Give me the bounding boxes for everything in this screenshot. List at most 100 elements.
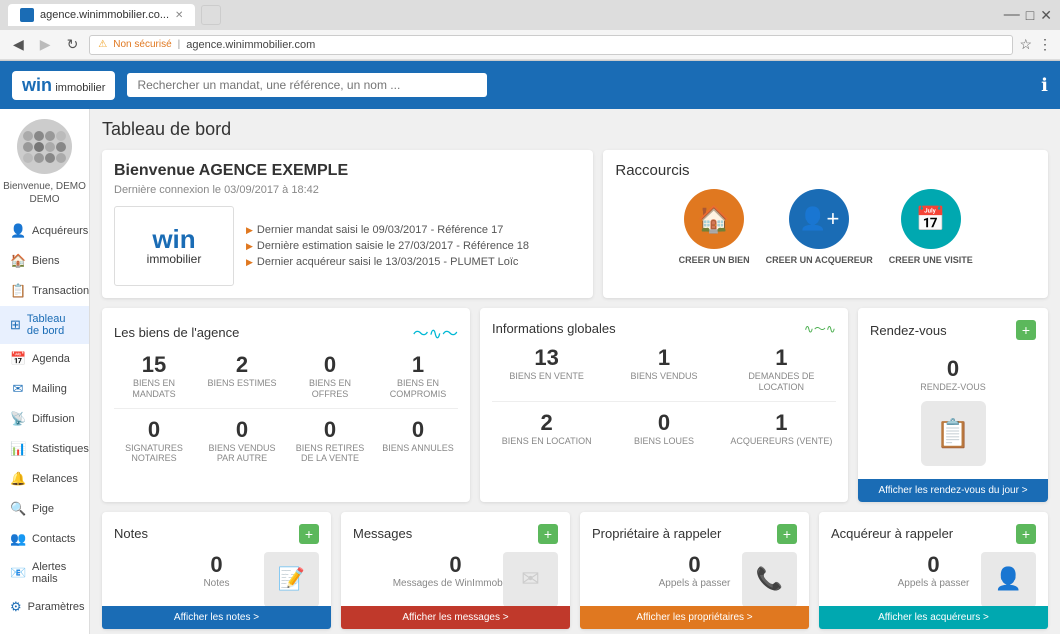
close-icon[interactable]: ✕ [1040, 7, 1052, 24]
tab-close[interactable]: ✕ [175, 10, 183, 21]
restore-icon[interactable]: □ [1026, 7, 1034, 23]
search-input[interactable] [127, 73, 487, 97]
avatar [17, 119, 72, 174]
notes-title: Notes [114, 526, 148, 541]
shortcut-visite-label: CREER UNE VISITE [889, 255, 973, 265]
sidebar-item-pige[interactable]: 🔍 Pige [0, 494, 89, 524]
messages-action-button[interactable]: Afficher les messages > [341, 606, 570, 629]
shortcut-bien-label: CREER UN BIEN [679, 255, 750, 265]
welcome-link-2[interactable]: Dernière estimation saisie le 27/03/2017… [246, 240, 529, 252]
stat-num-annules: 0 [378, 417, 458, 443]
messages-add-button[interactable]: + [538, 524, 558, 544]
rdv-add-button[interactable]: + [1016, 320, 1036, 340]
rdv-card: Rendez-vous + 0 Rendez-vous 📋 Afficher l… [858, 308, 1048, 502]
messages-title: Messages [353, 526, 412, 541]
settings-icon[interactable]: ⋮ [1038, 36, 1052, 53]
sidebar-label-agenda: Agenda [32, 353, 70, 365]
stat-num-biens-vendus: 1 [609, 345, 718, 371]
header-info-icon[interactable]: ℹ [1041, 75, 1048, 96]
agenda-icon: 📅 [10, 351, 26, 367]
shortcut-acquereur-label: CREER UN ACQUEREUR [766, 255, 873, 265]
biens-stats-row1: 15 BIENS EN MANDATS 2 BIENS ESTIMES 0 BI… [114, 352, 458, 400]
reload-button[interactable]: ↻ [62, 34, 84, 55]
proprietaires-add-button[interactable]: + [777, 524, 797, 544]
back-button[interactable]: ◀ [8, 34, 29, 55]
sidebar-label-tableau-de-bord: Tableau de bord [27, 313, 79, 337]
browser-tab[interactable]: agence.winimmobilier.co... ✕ [8, 4, 195, 26]
rdv-stats: 0 Rendez-vous [870, 348, 1036, 401]
notes-add-button[interactable]: + [299, 524, 319, 544]
info-icon[interactable]: ℹ [1041, 75, 1048, 95]
welcome-body: win immobilier Dernier mandat saisi le 0… [114, 206, 581, 286]
sidebar-item-mailing[interactable]: ✉ Mailing [0, 374, 89, 404]
new-tab-button[interactable] [201, 5, 221, 25]
avatar-grid [23, 131, 66, 163]
rdv-action-button[interactable]: Afficher les rendez-vous du jour > [858, 479, 1048, 502]
stat-label-demandes-location: DEMANDES DE LOCATION [727, 371, 836, 393]
acquereurs-action-button[interactable]: Afficher les acquéreurs > [819, 606, 1048, 629]
tab-favicon [20, 8, 34, 22]
sidebar-item-tableau-de-bord[interactable]: ⊞ Tableau de bord [0, 306, 89, 344]
welcome-link-1[interactable]: Dernier mandat saisi le 09/03/2017 - Réf… [246, 224, 529, 236]
sidebar-item-contacts[interactable]: 👥 Contacts [0, 524, 89, 554]
browser-chrome: agence.winimmobilier.co... ✕ — □ ✕ ◀ ▶ ↻… [0, 0, 1060, 61]
sidebar-item-alertes-mails[interactable]: 📧 Alertes mails [0, 554, 89, 592]
acquereurs-rappeler-title: Acquéreur à rappeler [831, 526, 953, 541]
acquereurs-rappeler-card: Acquéreur à rappeler + 0 Appels à passer… [819, 512, 1048, 629]
shortcut-creer-acquereur[interactable]: 👤+ CREER UN ACQUEREUR [766, 189, 873, 265]
avatar-dot [23, 153, 33, 163]
infos-title-row: Informations globales ∿〜∿ [492, 320, 836, 337]
biens-icon: 🏠 [10, 253, 26, 269]
notes-action-button[interactable]: Afficher les notes > [102, 606, 331, 629]
stat-num-biens-estimes: 2 [202, 352, 282, 378]
navbar: ◀ ▶ ↻ ⚠ Non sécurisé | agence.winimmobil… [0, 30, 1060, 60]
shortcut-creer-bien[interactable]: 🏠 CREER UN BIEN [679, 189, 750, 265]
sidebar-item-biens[interactable]: 🏠 Biens [0, 246, 89, 276]
sidebar-item-diffusion[interactable]: 📡 Diffusion [0, 404, 89, 434]
sidebar-label-mailing: Mailing [32, 383, 67, 395]
biens-title-row: Les biens de l'agence 〜∿〜 [114, 320, 458, 344]
app: win immobilier ℹ [0, 61, 1060, 634]
sidebar-item-acquereurs[interactable]: 👤 Acquéreurs [0, 216, 89, 246]
stat-demandes-location: 1 DEMANDES DE LOCATION [727, 345, 836, 393]
header-search[interactable] [127, 73, 487, 97]
stat-label-biens-offres: BIENS EN OFFRES [290, 378, 370, 400]
stat-biens-mandats: 15 BIENS EN MANDATS [114, 352, 194, 400]
stat-label-acquereurs-vente: ACQUEREURS (VENTE) [727, 436, 836, 447]
sidebar-item-relances[interactable]: 🔔 Relances [0, 464, 89, 494]
sidebar-label-alertes-mails: Alertes mails [32, 561, 79, 585]
notes-title-row: Notes + [114, 524, 319, 544]
bottom-row: Notes + 0 Notes 📝 Afficher les notes > [102, 512, 1048, 629]
welcome-title: Bienvenue AGENCE EXEMPLE [114, 162, 581, 180]
last-login: Dernière connexion le 03/09/2017 à 18:42 [114, 184, 581, 196]
avatar-dot [56, 142, 66, 152]
tableau-de-bord-icon: ⊞ [10, 317, 21, 333]
stat-biens-compromis: 1 BIENS EN COMPROMIS [378, 352, 458, 400]
rdv-ghost: 📋 [870, 401, 1036, 466]
proprietaires-content: 0 Appels à passer 📞 [592, 552, 797, 589]
proprietaires-title-row: Propriétaire à rappeler + [592, 524, 797, 544]
messages-title-row: Messages + [353, 524, 558, 544]
minimize-icon[interactable]: — [1004, 6, 1020, 24]
welcome-link-3[interactable]: Dernier acquéreur saisi le 13/03/2015 - … [246, 256, 529, 268]
url-bar[interactable]: ⚠ Non sécurisé | agence.winimmobilier.co… [89, 35, 1013, 55]
forward-button[interactable]: ▶ [35, 34, 56, 55]
bookmark-icon[interactable]: ☆ [1019, 36, 1032, 53]
sidebar-item-statistiques[interactable]: 📊 Statistiques [0, 434, 89, 464]
shortcut-bien-icon: 🏠 [684, 189, 744, 249]
acquereurs-rappeler-add-button[interactable]: + [1016, 524, 1036, 544]
stat-label-biens-estimes: BIENS ESTIMES [202, 378, 282, 389]
sidebar-username: Bienvenue, DEMO DEMO [0, 180, 89, 206]
rdv-title: Rendez-vous [870, 323, 947, 338]
relances-icon: 🔔 [10, 471, 26, 487]
stat-num-biens-offres: 0 [290, 352, 370, 378]
proprietaires-action-button[interactable]: Afficher les propriétaires > [580, 606, 809, 629]
sidebar-item-transactions[interactable]: 📋 Transactions [0, 276, 89, 306]
stat-biens-vente: 13 BIENS EN VENTE [492, 345, 601, 393]
stat-num-signatures: 0 [114, 417, 194, 443]
sidebar-item-agenda[interactable]: 📅 Agenda [0, 344, 89, 374]
stat-label-biens-loues: BIENS LOUES [609, 436, 718, 447]
shortcut-creer-visite[interactable]: 📅 CREER UNE VISITE [889, 189, 973, 265]
acquereurs-ghost-icon: 👤 [981, 552, 1036, 607]
sidebar-item-parametres[interactable]: ⚙ Paramètres [0, 592, 89, 622]
